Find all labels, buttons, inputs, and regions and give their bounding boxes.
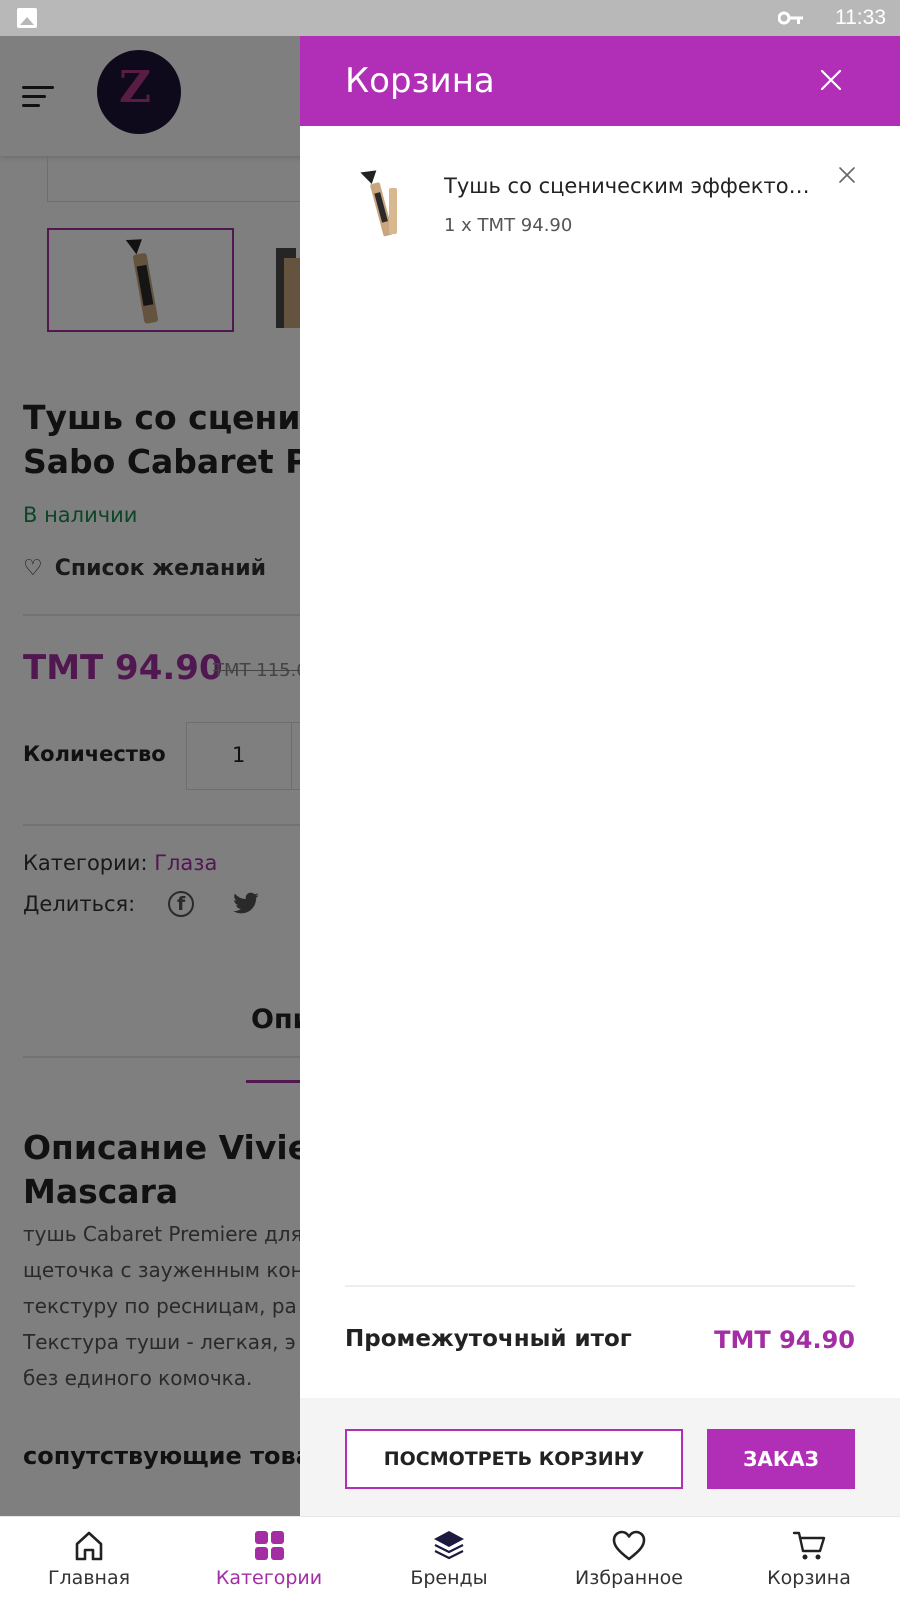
cart-header: Корзина: [300, 36, 900, 126]
layers-icon: [434, 1531, 464, 1560]
remove-item-icon[interactable]: [838, 166, 856, 184]
status-bar: 11:33: [0, 0, 900, 36]
bottom-nav: Главная Категории Бренды Избранное Корзи…: [0, 1516, 900, 1600]
cart-actions: ПОСМОТРЕТЬ КОРЗИНУ ЗАКАЗ: [300, 1398, 900, 1516]
cart-item-name[interactable]: Тушь со сценическим эффектом...: [444, 174, 814, 198]
nav-cart[interactable]: Корзина: [729, 1517, 889, 1600]
close-icon[interactable]: [817, 66, 845, 94]
cart-drawer: Корзина Тушь со сценическим эффектом... …: [300, 36, 900, 1516]
grid-icon: [255, 1531, 284, 1560]
nav-categories[interactable]: Категории: [189, 1517, 349, 1600]
heart-icon: [612, 1530, 646, 1561]
divider: [345, 1285, 855, 1287]
nav-home[interactable]: Главная: [9, 1517, 169, 1600]
subtotal-value: TMT 94.90: [714, 1326, 855, 1354]
home-icon: [75, 1531, 103, 1561]
cart-icon: [792, 1531, 826, 1560]
view-cart-button[interactable]: ПОСМОТРЕТЬ КОРЗИНУ: [345, 1429, 683, 1489]
status-time: 11:33: [835, 6, 886, 29]
nav-brands[interactable]: Бренды: [369, 1517, 529, 1600]
order-button[interactable]: ЗАКАЗ: [707, 1429, 855, 1489]
key-icon: [778, 11, 803, 25]
cart-item-qty-price: 1 x TMT 94.90: [444, 215, 573, 236]
nav-favorites[interactable]: Избранное: [549, 1517, 709, 1600]
cart-title: Корзина: [345, 61, 495, 101]
subtotal-label: Промежуточный итог: [345, 1326, 632, 1352]
product-thumbnail[interactable]: [355, 168, 410, 238]
image-icon: [17, 8, 37, 28]
